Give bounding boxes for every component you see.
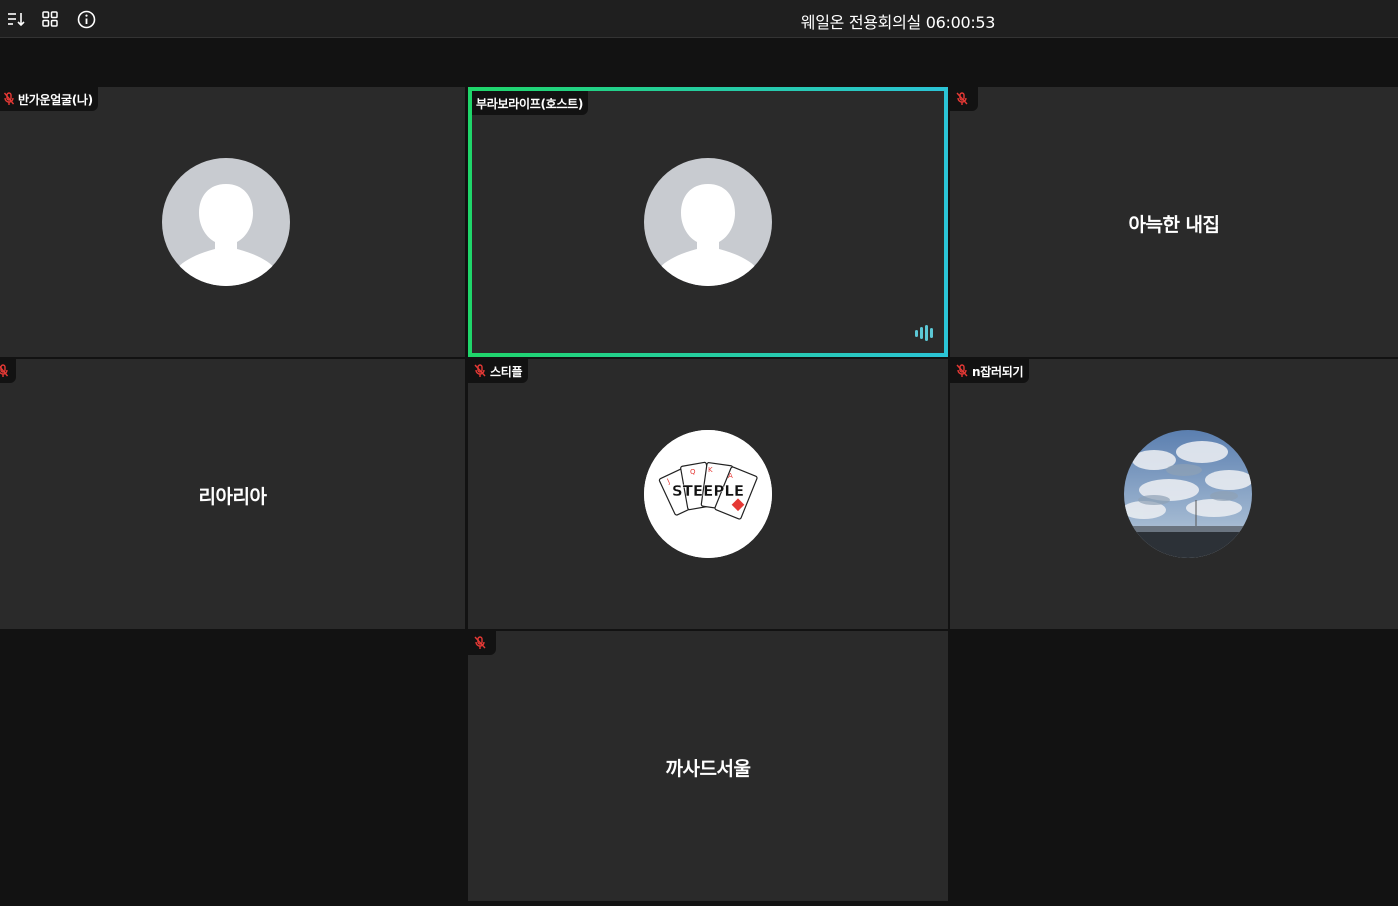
participant-name: 부라보라이프(호스트) xyxy=(476,96,584,111)
mic-off-icon xyxy=(956,364,968,377)
avatar-placeholder xyxy=(162,158,290,286)
svg-text:A: A xyxy=(728,472,733,480)
participant-tile[interactable]: 스티플 J Q K A STEEPLE xyxy=(468,359,948,629)
participant-name: 스티플 xyxy=(490,364,523,379)
participant-display-name: 까사드서울 xyxy=(665,758,751,780)
participant-display-name: 아늑한 내집 xyxy=(1128,214,1220,236)
top-bar: 웨일온 전용회의실 06:00:53 xyxy=(0,0,1398,38)
mic-off-icon xyxy=(4,92,14,105)
mic-off-icon xyxy=(474,636,486,649)
mic-off-icon xyxy=(956,92,968,105)
participant-name-tag: 반가운얼굴(나) xyxy=(0,87,98,111)
steeple-logo-avatar: J Q K A STEEPLE xyxy=(644,430,772,558)
participant-display-name: 리아리아 xyxy=(198,486,267,508)
participant-name-tag: n잡러되기 xyxy=(950,359,1030,383)
participant-name-tag: 부라보라이프(호스트) xyxy=(472,91,589,115)
participant-tile[interactable]: 까사드서울 xyxy=(468,631,948,901)
svg-text:K: K xyxy=(708,466,713,474)
participant-name-tag xyxy=(0,359,16,383)
participant-tile[interactable]: 리아리아 xyxy=(0,359,465,629)
mic-off-icon xyxy=(474,364,486,377)
meeting-title: 웨일온 전용회의실 06:00:53 xyxy=(800,13,996,32)
participant-name-tag xyxy=(950,87,978,111)
participant-tile[interactable]: 아늑한 내집 xyxy=(950,87,1398,357)
steeple-logo-text: STEEPLE xyxy=(672,482,744,500)
participant-name: 반가운얼굴(나) xyxy=(18,92,93,107)
participant-name-tag: 스티플 xyxy=(468,359,529,383)
speaking-indicator-icon xyxy=(914,325,936,345)
participant-tile[interactable]: 반가운얼굴(나) xyxy=(0,87,465,357)
empty-tile xyxy=(950,631,1398,901)
participant-tile-active[interactable]: 부라보라이프(호스트) xyxy=(468,87,948,357)
svg-text:Q: Q xyxy=(690,468,696,476)
avatar-placeholder xyxy=(644,158,772,286)
participant-tile[interactable]: n잡러되기 xyxy=(950,359,1398,629)
participant-name: n잡러되기 xyxy=(972,364,1024,379)
empty-tile xyxy=(0,631,465,901)
participant-name-tag xyxy=(468,631,496,655)
sky-photo-avatar xyxy=(1124,430,1252,558)
mic-off-icon xyxy=(0,364,8,377)
